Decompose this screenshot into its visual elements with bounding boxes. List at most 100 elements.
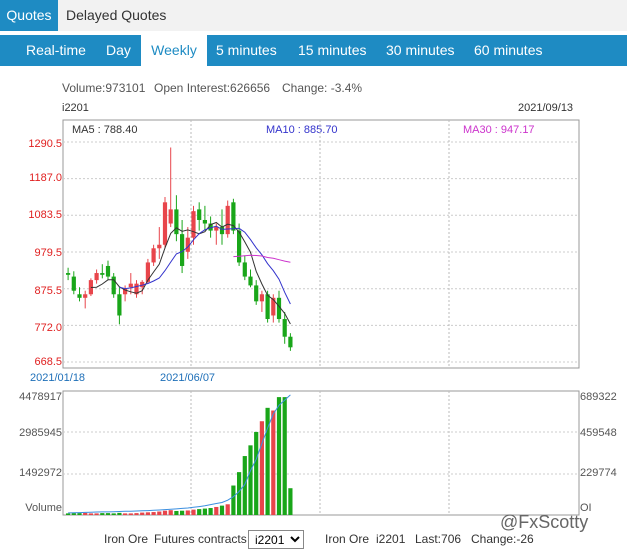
candle-body: [214, 227, 219, 231]
change-text: Change: -3.4%: [282, 81, 363, 95]
watermark: @FxScotty: [500, 512, 589, 532]
candle-body: [197, 209, 202, 220]
candle-body: [140, 281, 145, 288]
ma10-label: MA10 : 885.70: [266, 124, 338, 136]
tab-delayed-quotes[interactable]: Delayed Quotes: [62, 0, 170, 31]
volume-bar: [242, 456, 247, 515]
candle-body: [288, 336, 293, 348]
open-interest-text: Open Interest:626656: [154, 81, 271, 95]
volume-bar: [271, 410, 276, 515]
candle-body: [225, 205, 230, 235]
volume-bar: [94, 513, 99, 515]
candle-body: [180, 234, 185, 266]
change-value: Change:-26: [471, 532, 534, 546]
volume-bar: [180, 510, 185, 515]
price-tick: 772.0: [34, 322, 62, 334]
volume-bar: [100, 513, 105, 515]
volume-bar: [71, 513, 76, 515]
volume-bar: [66, 513, 71, 515]
candle-body: [191, 211, 196, 238]
volume-bar: [225, 504, 230, 515]
candle-body: [77, 294, 82, 298]
candle-body: [162, 202, 168, 245]
volume-bar: [288, 488, 293, 515]
candle-body: [259, 294, 264, 302]
top-tab-bar: Quotes Delayed Quotes: [0, 0, 627, 31]
volume-bar: [191, 509, 196, 515]
volume-tick: 2985945: [19, 427, 62, 439]
candle-body: [128, 283, 133, 288]
period-tab-15-minutes[interactable]: 15 minutes: [288, 35, 376, 66]
volume-bar: [162, 510, 168, 515]
period-tab-day[interactable]: Day: [96, 35, 141, 66]
tab-quotes[interactable]: Quotes: [0, 0, 58, 31]
candle-body: [254, 285, 259, 302]
candle-body: [168, 209, 173, 224]
candle-body: [105, 265, 111, 277]
candle-body: [66, 273, 71, 275]
price-tick: 1187.0: [29, 172, 62, 184]
volume-bar: [111, 513, 116, 515]
volume-bar: [145, 512, 150, 515]
symbol-label: i2201: [62, 102, 89, 114]
volume-bar: [276, 397, 282, 515]
volume-bar: [185, 510, 190, 515]
volume-bar: [83, 512, 88, 515]
candle-body: [185, 237, 190, 252]
candle-body: [134, 283, 139, 295]
candle-body: [282, 319, 287, 337]
volume-bar: [134, 513, 139, 515]
candle-body: [117, 294, 122, 316]
quote-product: Iron Ore: [325, 532, 370, 546]
volume-bar: [128, 513, 133, 515]
last-price: Last:706: [415, 532, 462, 546]
volume-bar: [282, 397, 287, 515]
futures-label: Futures contracts: [154, 532, 247, 546]
volume-bar: [168, 510, 173, 515]
volume-text: Volume:973101: [62, 81, 146, 95]
candle-body: [151, 248, 156, 263]
candle-body: [111, 276, 116, 295]
price-tick: 1083.5: [28, 209, 62, 221]
date-tick: 2021/06/07: [160, 372, 216, 384]
candle-body: [219, 227, 225, 235]
period-tab-5-minutes[interactable]: 5 minutes: [206, 35, 287, 66]
volume-bar: [140, 512, 145, 515]
volume-bar: [77, 513, 82, 515]
volume-bar: [265, 407, 270, 515]
period-tab-realtime[interactable]: Real-time: [16, 35, 96, 66]
volume-bar: [259, 421, 264, 515]
volume-bar: [202, 508, 207, 515]
candle-body: [123, 288, 128, 295]
candle-body: [174, 209, 179, 235]
volume-bar: [123, 513, 128, 515]
candle-body: [242, 262, 247, 277]
ma5-label: MA5 : 788.40: [72, 124, 138, 136]
volume-bar: [237, 472, 242, 515]
period-tab-30-minutes[interactable]: 30 minutes: [376, 35, 464, 66]
price-tick: 875.5: [34, 285, 62, 297]
oi-tick: 229774: [580, 467, 617, 479]
period-tab-weekly[interactable]: Weekly: [141, 35, 207, 66]
price-tick: 979.5: [34, 247, 62, 259]
volume-bar: [248, 445, 253, 515]
volume-tick: 1492972: [19, 467, 62, 479]
candle-body: [208, 223, 213, 231]
candle-body: [88, 280, 93, 295]
candle-body: [271, 297, 276, 316]
candle-body: [157, 244, 162, 249]
candle-body: [265, 294, 270, 320]
date-tick: 2021/01/18: [30, 372, 86, 384]
volume-bar: [197, 509, 202, 515]
period-tab-60-minutes[interactable]: 60 minutes: [464, 35, 552, 66]
open-interest-line: [68, 394, 291, 514]
candle-body: [71, 276, 76, 291]
volume-bar: [214, 506, 219, 515]
candle-body: [231, 202, 236, 231]
ma10-line: [119, 225, 291, 305]
volume-bar: [157, 511, 162, 515]
contract-select[interactable]: i2201: [248, 530, 304, 549]
volume-bar: [151, 512, 156, 515]
candle-body: [276, 297, 282, 320]
price-tick: 1290.5: [28, 138, 62, 150]
